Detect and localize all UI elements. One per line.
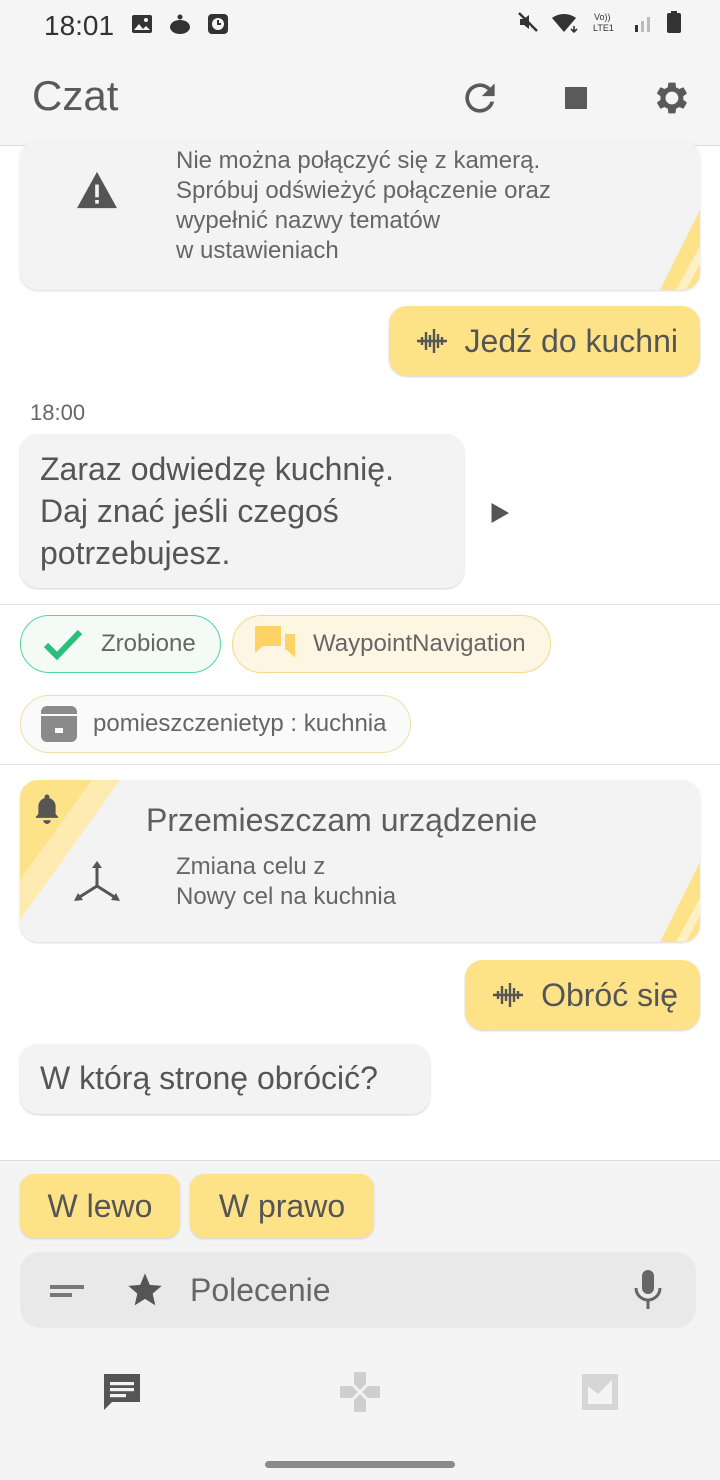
status-time: 18:01 — [44, 10, 115, 41]
warning-line: Spróbuj odświeżyć połączenie oraz — [176, 177, 551, 204]
settings-icon[interactable] — [650, 76, 694, 120]
divider — [0, 604, 720, 605]
app-bar: Czat — [0, 50, 720, 146]
warning-line: wypełnić nazwy tematów — [176, 207, 441, 234]
menu-icon[interactable] — [50, 1276, 84, 1304]
quick-reply-right[interactable]: W prawo — [190, 1174, 374, 1238]
status-icons-left — [130, 12, 230, 36]
divider — [0, 764, 720, 765]
quick-reply-left[interactable]: W lewo — [20, 1174, 180, 1238]
status-icons-right: Vo)) LTE1 — [516, 10, 682, 34]
star-icon[interactable] — [124, 1270, 166, 1310]
home-indicator[interactable] — [265, 1461, 455, 1468]
message-timestamp: 18:00 — [30, 400, 86, 425]
warning-icon — [77, 171, 117, 209]
wifi-icon — [552, 14, 578, 34]
user-message-text: Obróć się — [541, 976, 678, 1013]
gamepad-icon[interactable] — [336, 1368, 384, 1416]
bot-message-line: Daj znać jeśli czegoś — [40, 493, 339, 529]
mute-icon — [518, 12, 538, 32]
svg-text:LTE1: LTE1 — [593, 23, 614, 33]
signal-icon — [635, 17, 650, 32]
chip-done[interactable]: Zrobione — [20, 615, 221, 673]
play-icon[interactable] — [484, 498, 514, 528]
bot-message-line: W którą stronę obrócić? — [40, 1060, 378, 1096]
chip-parameter-label: pomieszczenietyp : kuchnia — [93, 710, 387, 737]
user-message: Obróć się — [465, 960, 700, 1030]
movement-card-text: Zmiana celu z Nowy cel na kuchnia — [176, 852, 396, 912]
movement-card-title: Przemieszczam urządzenie — [146, 802, 538, 838]
app-notification-icon — [170, 14, 190, 34]
bot-message-line: potrzebujesz. — [40, 535, 231, 571]
command-bar — [20, 1252, 696, 1328]
stop-icon[interactable] — [554, 76, 598, 120]
movement-card: Przemieszczam urządzenie Zmiana celu z N… — [20, 780, 700, 942]
microphone-icon[interactable] — [632, 1268, 664, 1312]
chip-parameter[interactable]: pomieszczenietyp : kuchnia — [20, 695, 412, 753]
status-bar: 18:01 Vo)) LTE1 — [0, 0, 720, 50]
warning-line: Nie można połączyć się z kamerą. — [176, 147, 541, 174]
warning-line: w ustawieniach — [176, 237, 339, 264]
box-icon — [41, 706, 77, 742]
voice-wave-icon — [493, 983, 524, 1007]
svg-text:Vo)): Vo)) — [594, 12, 611, 22]
chip-intent[interactable]: WaypointNavigation — [232, 615, 551, 673]
refresh-icon[interactable] — [458, 76, 502, 120]
battery-icon — [667, 11, 681, 33]
bot-message-line: Zaraz odwiedzę kuchnię. — [40, 451, 394, 487]
volte-lte-icon: Vo))LTE1 — [593, 12, 614, 33]
chip-intent-label: WaypointNavigation — [313, 630, 526, 657]
camera-warning-text: Nie można połączyć się z kamerą. Spróbuj… — [176, 146, 551, 266]
bot-message: W którą stronę obrócić? — [20, 1044, 430, 1114]
gallery-icon — [132, 15, 152, 33]
chip-done-label: Zrobione — [101, 630, 196, 657]
user-message-text: Jedź do kuchni — [464, 322, 678, 359]
movement-line: Zmiana celu z — [176, 853, 326, 880]
movement-line: Nowy cel na kuchnia — [176, 883, 397, 910]
bot-message: Zaraz odwiedzę kuchnię. Daj znać jeśli c… — [20, 434, 464, 588]
axis-icon — [74, 861, 120, 901]
user-message: Jedź do kuchni — [388, 306, 700, 376]
page-title: Czat — [32, 72, 119, 119]
clock-app-icon — [208, 14, 228, 34]
bell-icon — [35, 794, 59, 824]
command-input[interactable] — [190, 1266, 610, 1314]
chat-icon[interactable] — [98, 1368, 146, 1416]
camera-warning-card: Nie można połączyć się z kamerą. Spróbuj… — [20, 140, 700, 290]
card-corner-accent — [660, 210, 700, 290]
checkmark-icon — [43, 629, 83, 661]
voice-wave-icon — [416, 329, 447, 353]
map-icon[interactable] — [576, 1368, 624, 1416]
chat-bubbles-icon — [255, 626, 295, 658]
card-corner-accent — [660, 862, 700, 942]
